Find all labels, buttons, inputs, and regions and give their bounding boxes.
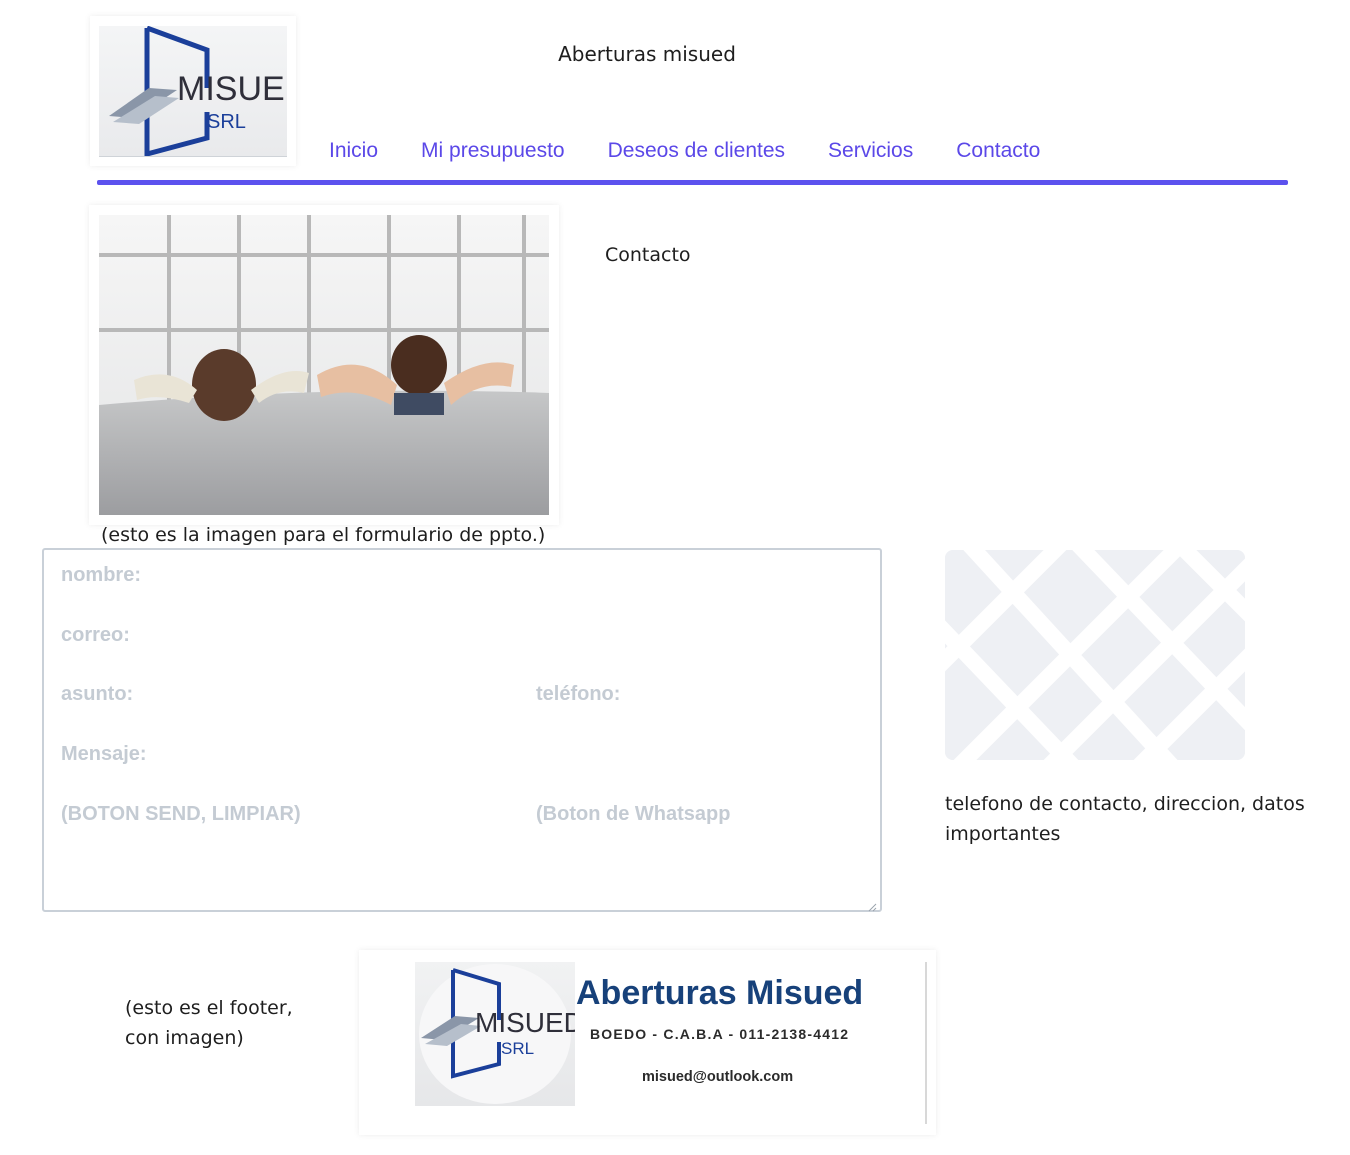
footer-note: (esto es el footer, con imagen) xyxy=(125,997,293,1049)
nav-mi-presupuesto[interactable]: Mi presupuesto xyxy=(421,139,565,163)
nav-divider xyxy=(97,180,1288,185)
nav-contacto[interactable]: Contacto xyxy=(956,139,1040,163)
contact-form-textarea[interactable]: nombre: correo: asunto: teléfono: Mensaj… xyxy=(42,548,882,912)
nav-servicios[interactable]: Servicios xyxy=(828,139,913,163)
company-logo[interactable]: MISUED SRL xyxy=(99,25,309,158)
svg-text:MISUED: MISUED xyxy=(475,1007,575,1038)
nav-deseos-de-clientes[interactable]: Deseos de clientes xyxy=(608,139,785,163)
field-telefono[interactable]: teléfono: xyxy=(536,683,620,706)
main-nav: Inicio Mi presupuesto Deseos de clientes… xyxy=(329,139,1040,163)
nav-inicio[interactable]: Inicio xyxy=(329,139,378,163)
svg-text:SRL: SRL xyxy=(501,1039,534,1058)
hero-image xyxy=(99,215,549,515)
footer-brand-name: Aberturas Misued xyxy=(576,974,864,1012)
hero-image-card xyxy=(89,205,559,525)
form-buttons-placeholder: (BOTON SEND, LIMPIAR) xyxy=(61,803,301,825)
hero-image-caption: (esto es la imagen para el formulario de… xyxy=(101,524,546,546)
footer-address-phone: BOEDO - C.A.B.A - 011-2138-4412 xyxy=(590,1026,850,1042)
whatsapp-button-placeholder: (Boton de Whatsapp xyxy=(536,803,731,825)
field-correo[interactable]: correo: xyxy=(61,624,130,647)
field-mensaje[interactable]: Mensaje: xyxy=(61,743,147,766)
svg-text:MISUED: MISUED xyxy=(177,70,287,108)
field-asunto[interactable]: asunto: xyxy=(61,683,133,706)
resize-handle-icon[interactable] xyxy=(867,897,877,912)
contact-heading: Contacto xyxy=(605,244,691,266)
contact-info-text: telefono de contacto, direccion, datos i… xyxy=(945,793,1305,845)
site-title: Aberturas misued xyxy=(558,42,736,66)
footer-banner: MISUED SRL Aberturas Misued BOEDO - C.A.… xyxy=(369,962,927,1124)
footer-image-card: MISUED SRL Aberturas Misued BOEDO - C.A.… xyxy=(359,950,936,1135)
svg-text:SRL: SRL xyxy=(207,111,246,133)
logo-card[interactable]: MISUED SRL xyxy=(90,16,309,166)
footer-email: misued@outlook.com xyxy=(642,1069,794,1085)
map-placeholder-icon xyxy=(945,550,1245,760)
field-nombre[interactable]: nombre: xyxy=(61,564,141,587)
footer-logo: MISUED SRL xyxy=(415,962,584,1106)
